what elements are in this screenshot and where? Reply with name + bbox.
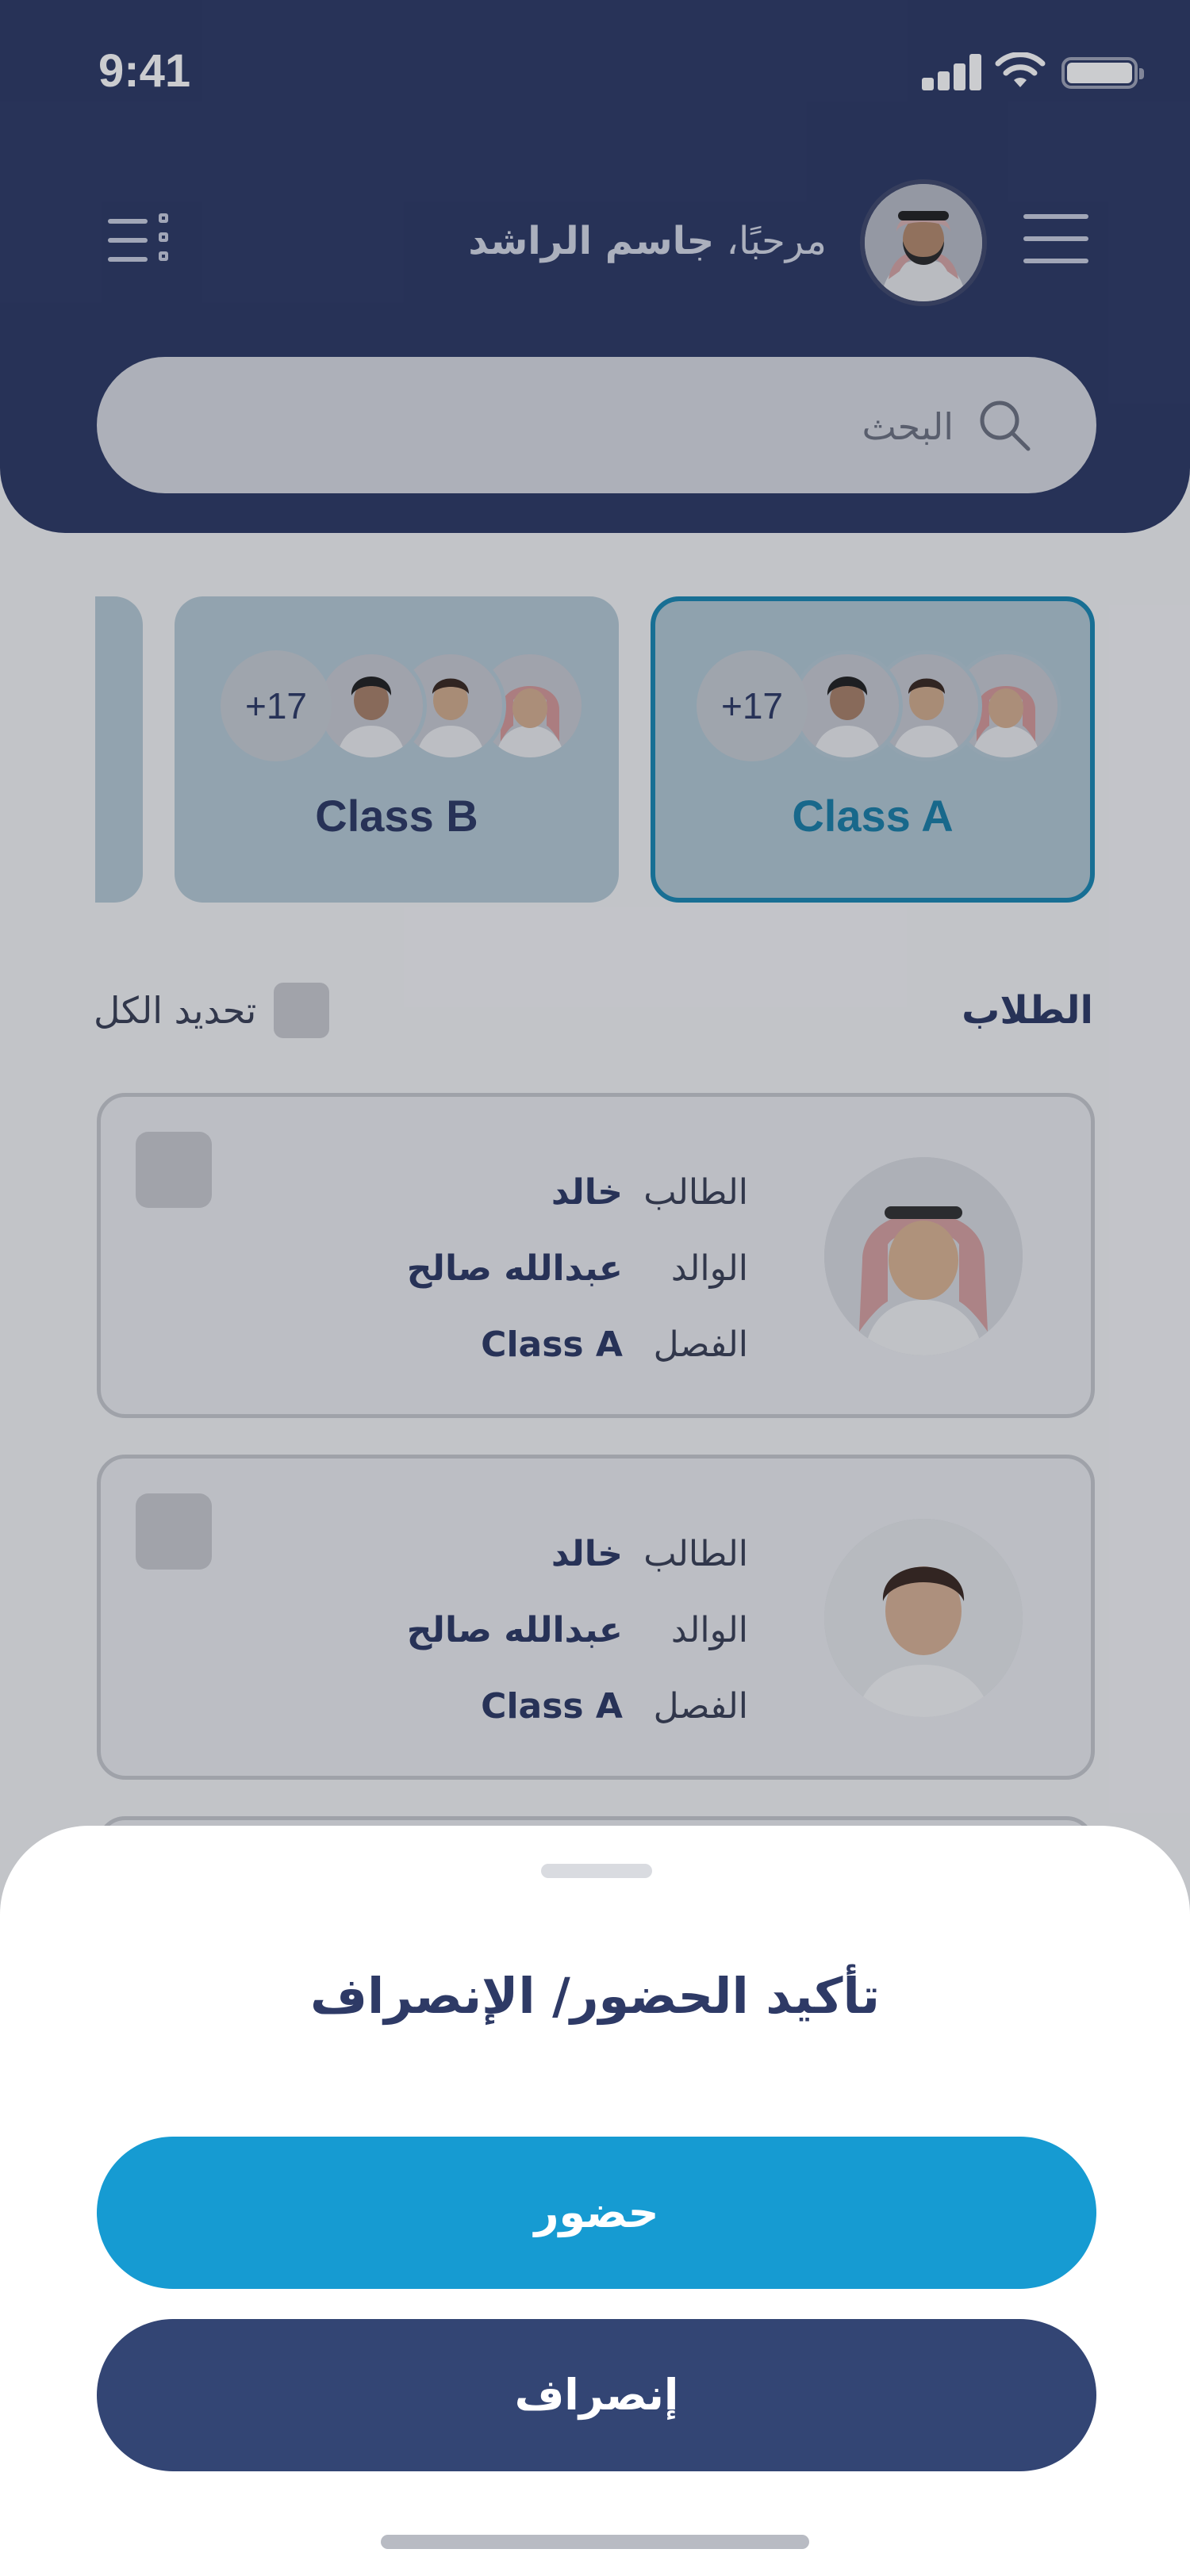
attendance-sheet: تأكيد الحضور/ الإنصراف حضور إنصراف	[0, 1826, 1190, 2576]
home-indicator	[381, 2535, 809, 2549]
sheet-grabber[interactable]	[541, 1864, 652, 1878]
present-button[interactable]: حضور	[97, 2137, 1096, 2289]
app-screen: 9:41 مرحبًا، جاسم الراشد البحث +17 Class…	[0, 0, 1190, 2576]
leave-button[interactable]: إنصراف	[97, 2319, 1096, 2471]
sheet-title: تأكيد الحضور/ الإنصراف	[309, 1967, 881, 2025]
